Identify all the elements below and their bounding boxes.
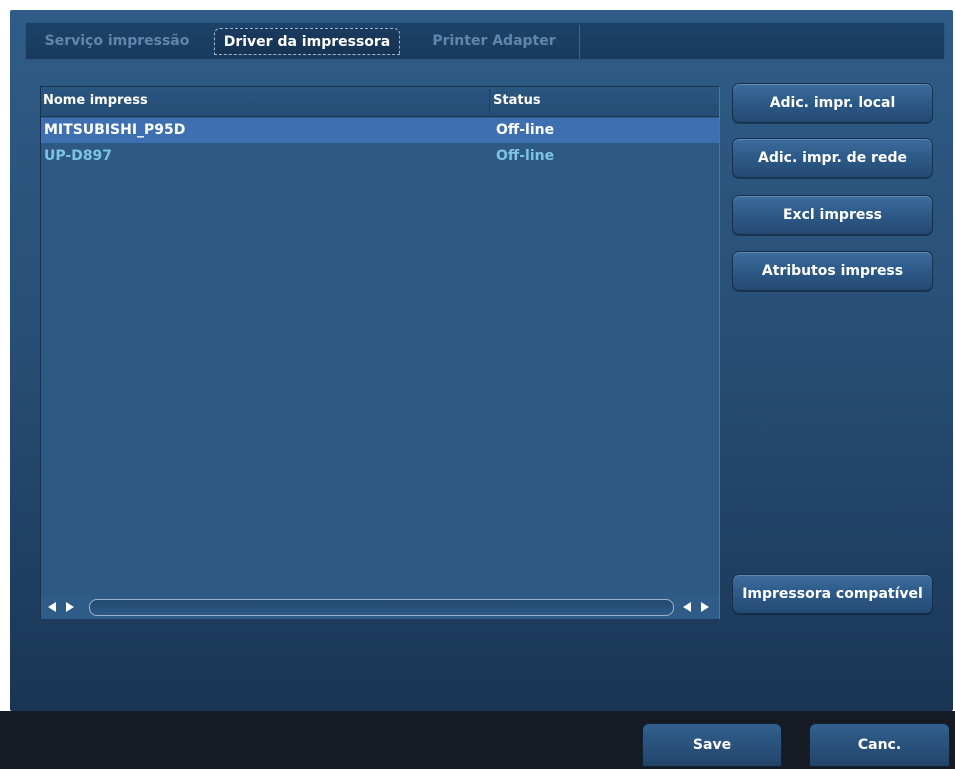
printer-name: MITSUBISHI_P95D	[44, 122, 186, 138]
compatible-printer-button[interactable]: Impressora compatível	[732, 574, 933, 614]
printer-name: UP-D897	[44, 148, 113, 164]
save-button[interactable]: Save	[642, 723, 782, 767]
printer-row[interactable]: UP-D897 Off-line	[41, 144, 719, 169]
delete-printer-button[interactable]: Excl impress	[732, 195, 933, 235]
tab-print-service[interactable]: Serviço impressão	[32, 28, 202, 55]
tab-printer-adapter[interactable]: Printer Adapter	[414, 28, 574, 55]
horizontal-scrollbar	[41, 595, 719, 619]
scroll-arrows-right	[679, 599, 713, 615]
scroll-left-arrow-icon[interactable]	[44, 599, 60, 615]
add-network-printer-button[interactable]: Adic. impr. de rede	[732, 138, 933, 178]
bottom-bar: Save Canc.	[0, 711, 955, 769]
printer-status: Off-line	[496, 148, 555, 164]
column-divider	[489, 89, 490, 115]
printer-attributes-button[interactable]: Atributos impress	[732, 251, 933, 291]
tab-divider	[579, 25, 580, 59]
printer-list[interactable]: Nome impress Status MITSUBISHI_P95D Off-…	[40, 86, 720, 619]
printer-status: Off-line	[496, 122, 555, 138]
column-header-status[interactable]: Status	[493, 87, 541, 117]
scroll-right-arrow-icon[interactable]	[697, 599, 713, 615]
cancel-button[interactable]: Canc.	[809, 723, 950, 767]
column-header-name[interactable]: Nome impress	[43, 87, 148, 117]
list-header: Nome impress Status	[41, 87, 719, 117]
scroll-right-arrow-icon[interactable]	[62, 599, 78, 615]
scroll-left-arrow-icon[interactable]	[679, 599, 695, 615]
printer-row[interactable]: MITSUBISHI_P95D Off-line	[41, 118, 719, 143]
scroll-arrows-left	[44, 599, 78, 615]
tab-bar: Serviço impressão Driver da impressora P…	[25, 22, 945, 60]
tab-printer-driver[interactable]: Driver da impressora	[214, 28, 400, 55]
add-local-printer-button[interactable]: Adic. impr. local	[732, 83, 933, 123]
scrollbar-track[interactable]	[89, 599, 674, 616]
